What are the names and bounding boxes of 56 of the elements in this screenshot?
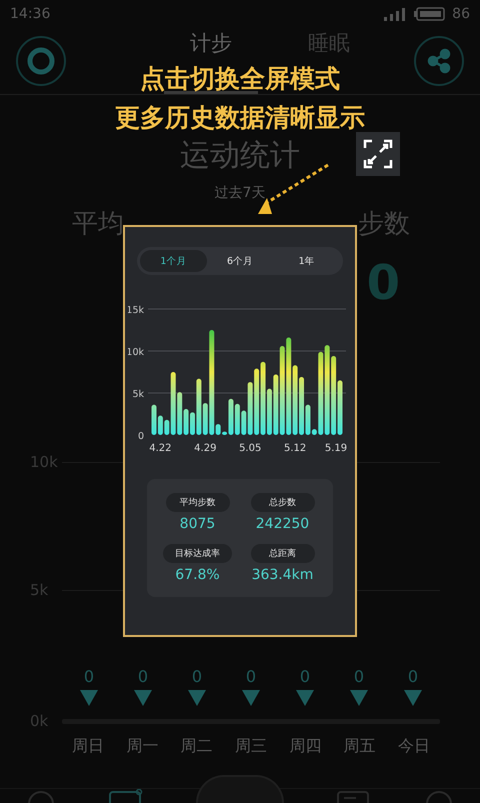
stat-label: 目标达成率 — [163, 544, 232, 563]
day-label: 周五 — [342, 736, 377, 757]
day-label: 周三 — [234, 736, 268, 757]
range-tab[interactable]: 1个月 — [140, 250, 207, 272]
refresh-button[interactable] — [16, 36, 66, 86]
stat-value: 363.4km — [252, 567, 314, 583]
day-value: 0 — [138, 667, 148, 686]
stat-label: 平均步数 — [166, 493, 230, 512]
stat-label: 步数 — [358, 208, 410, 241]
share-icon — [426, 48, 452, 74]
period-label: 过去7天 — [214, 184, 266, 202]
stat-value: 67.8% — [175, 567, 220, 583]
expand-icon — [363, 139, 393, 169]
axis-tick-label: 5k — [132, 389, 144, 400]
axis-tick-label: 4.22 — [149, 443, 172, 454]
fullscreen-button[interactable] — [356, 132, 400, 176]
axis-tick-label: 0 — [138, 431, 144, 442]
chart-tab-icon[interactable] — [108, 789, 144, 803]
range-tab[interactable]: 6个月 — [206, 250, 274, 272]
battery-icon — [414, 6, 446, 22]
triangle-marker-icon — [404, 690, 422, 706]
ring-icon — [26, 46, 56, 76]
stat-label: 总距离 — [250, 544, 314, 563]
axis-tick-label: 5.12 — [284, 443, 306, 454]
document-icon[interactable] — [336, 789, 372, 803]
triangle-marker-icon — [188, 690, 206, 706]
status-time: 14:36 — [10, 6, 50, 22]
axis-tick-label: 4.29 — [194, 443, 216, 454]
hint-caption: 更多历史数据清晰显示 — [115, 102, 365, 134]
day-value: 0 — [84, 667, 94, 686]
axis-tick-label: 5.19 — [324, 443, 348, 454]
triangle-marker-icon — [242, 690, 260, 706]
day-value: 0 — [300, 667, 310, 686]
triangle-marker-icon — [134, 690, 152, 706]
stat-value: 242250 — [256, 516, 310, 532]
share-button[interactable] — [414, 36, 464, 86]
range-tab[interactable]: 1年 — [273, 250, 340, 272]
stat-value: 8075 — [180, 516, 216, 532]
day-label: 周四 — [288, 736, 322, 757]
day-value: 0 — [408, 667, 418, 686]
stat-label: 平均 — [72, 208, 124, 241]
triangle-marker-icon — [80, 690, 98, 706]
day-label: 周二 — [180, 736, 214, 757]
day-value: 0 — [192, 667, 202, 686]
hint-caption: 点击切换全屏模式 — [140, 63, 340, 95]
day-value: 0 — [246, 667, 256, 686]
section-title: 运动统计 — [180, 137, 300, 175]
axis-tick-label: 5.05 — [239, 443, 262, 454]
stat-label: 总步数 — [250, 493, 314, 512]
battery-level: 86 — [452, 6, 470, 22]
day-label: 今日 — [396, 736, 431, 757]
day-label: 周日 — [71, 736, 105, 757]
day-label: 周一 — [125, 736, 160, 757]
triangle-marker-icon — [350, 690, 368, 706]
triangle-marker-icon — [296, 690, 314, 706]
day-value: 0 — [354, 667, 364, 686]
